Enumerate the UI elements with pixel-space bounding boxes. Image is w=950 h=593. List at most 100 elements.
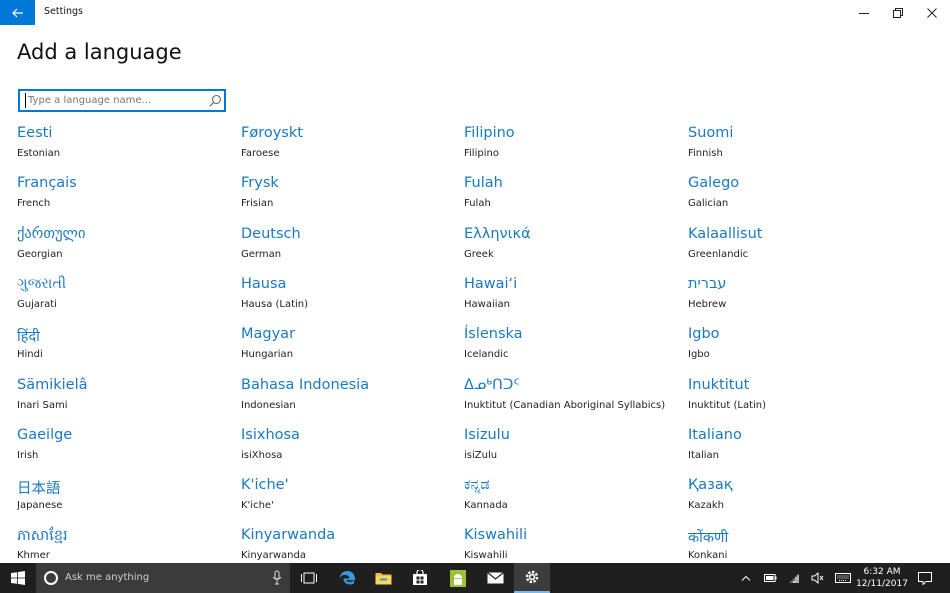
language-native-name: Galego	[688, 175, 740, 191]
language-native-name: Deutsch	[241, 226, 301, 242]
language-option[interactable]: K'iche' K'iche'	[241, 477, 456, 521]
language-option[interactable]: Isizulu isiZulu	[464, 427, 679, 471]
language-option[interactable]: Ελληνικά Greek	[464, 226, 679, 270]
store-button[interactable]	[402, 563, 438, 593]
restore-button[interactable]	[881, 0, 915, 25]
language-native-name: Eesti	[17, 125, 53, 141]
language-native-name: Gaeilge	[17, 427, 73, 443]
language-option[interactable]: हिंदी Hindi	[17, 326, 232, 370]
language-native-name: Suomi	[688, 125, 734, 141]
android-app-button[interactable]	[440, 563, 476, 593]
mail-icon	[486, 572, 504, 584]
language-english-name: Irish	[17, 450, 39, 461]
language-option[interactable]: Suomi Finnish	[688, 125, 903, 169]
language-english-name: Kazakh	[688, 500, 725, 511]
settings-taskbar-button[interactable]	[514, 563, 550, 593]
language-search-input[interactable]	[25, 93, 205, 108]
language-native-name: Magyar	[241, 326, 296, 342]
language-english-name: K'iche'	[241, 500, 274, 511]
network-status[interactable]	[785, 563, 803, 593]
language-english-name: Galician	[688, 198, 729, 209]
language-option[interactable]: Kiswahili Kiswahili	[464, 527, 679, 563]
language-english-name: Hebrew	[688, 299, 727, 310]
language-option[interactable]: 日本語 Japanese	[17, 477, 232, 521]
language-native-name: Sämikielâ	[17, 377, 88, 393]
language-option[interactable]: Magyar Hungarian	[241, 326, 456, 370]
mail-button[interactable]	[477, 563, 513, 593]
battery-status[interactable]	[761, 563, 779, 593]
file-explorer-button[interactable]	[365, 563, 401, 593]
language-option[interactable]: Kalaallisut Greenlandic	[688, 226, 903, 270]
language-english-name: Hawaiian	[464, 299, 510, 310]
clock[interactable]: 6:32 AM 12/11/2017	[852, 566, 912, 590]
language-option[interactable]: Isixhosa isiXhosa	[241, 427, 456, 471]
language-option[interactable]: Inuktitut Inuktitut (Latin)	[688, 377, 903, 421]
android-icon	[450, 569, 466, 587]
language-option[interactable]: ქართული Georgian	[17, 226, 232, 270]
language-option[interactable]: Italiano Italian	[688, 427, 903, 471]
language-option[interactable]: Íslenska Icelandic	[464, 326, 679, 370]
language-english-name: Khmer	[17, 550, 50, 561]
language-option[interactable]: Gaeilge Irish	[17, 427, 232, 471]
search-icon[interactable]	[209, 94, 222, 107]
notifications-icon	[918, 571, 932, 585]
clock-time: 6:32 AM	[863, 567, 901, 577]
language-option[interactable]: ગુજરાતી Gujarati	[17, 276, 232, 320]
language-option[interactable]: Filipino Filipino	[464, 125, 679, 169]
volume-control[interactable]	[808, 563, 826, 593]
battery-icon	[763, 574, 776, 582]
language-option[interactable]: Hawaiʻi Hawaiian	[464, 276, 679, 320]
language-native-name: 日本語	[17, 481, 61, 497]
language-option[interactable]: ភាសាខ្មែរ Khmer	[17, 527, 232, 563]
language-english-name: Faroese	[241, 148, 280, 159]
language-option[interactable]: ᐃᓄᒃᑎᑐᑦ Inuktitut (Canadian Aboriginal Syl…	[464, 377, 679, 421]
language-option[interactable]: Deutsch German	[241, 226, 456, 270]
minimize-button[interactable]	[847, 0, 881, 25]
language-option[interactable]: Sämikielâ Inari Sami	[17, 377, 232, 421]
language-search-box[interactable]	[18, 89, 226, 112]
language-native-name: Ελληνικά	[464, 226, 531, 242]
language-english-name: Hungarian	[241, 349, 294, 360]
settings-gear-icon	[525, 570, 539, 584]
language-native-name: ᐃᓄᒃᑎᑐᑦ	[464, 377, 520, 393]
language-option[interactable]: Føroyskt Faroese	[241, 125, 456, 169]
language-option[interactable]: Français French	[17, 175, 232, 219]
start-button[interactable]	[0, 563, 36, 593]
language-option[interactable]: Fulah Fulah	[464, 175, 679, 219]
language-option[interactable]: कोंकणी Konkani	[688, 527, 903, 563]
show-hidden-icons-button[interactable]	[739, 563, 753, 593]
language-english-name: German	[241, 249, 282, 260]
language-native-name: ქართული	[17, 226, 86, 242]
language-option[interactable]: Bahasa Indonesia Indonesian	[241, 377, 456, 421]
cortana-search-box[interactable]: Ask me anything	[36, 563, 290, 593]
task-view-button[interactable]	[291, 563, 327, 593]
close-button[interactable]	[915, 0, 949, 25]
language-option[interactable]: ಕನ್ನಡ Kannada	[464, 477, 679, 521]
language-english-name: Italian	[688, 450, 720, 461]
language-option[interactable]: Қазақ Kazakh	[688, 477, 903, 521]
language-english-name: French	[17, 198, 51, 209]
language-native-name: हिंदी	[17, 329, 40, 345]
language-english-name: isiZulu	[464, 450, 498, 461]
language-option[interactable]: Eesti Estonian	[17, 125, 232, 169]
touch-keyboard-button[interactable]	[833, 563, 853, 593]
edge-button[interactable]	[329, 563, 365, 593]
language-native-name: Қазақ	[688, 477, 733, 493]
cortana-search-placeholder: Ask me anything	[65, 572, 150, 583]
microphone-icon[interactable]	[272, 570, 282, 586]
store-icon	[413, 570, 427, 585]
language-option[interactable]: Kinyarwanda Kinyarwanda	[241, 527, 456, 563]
language-english-name: Filipino	[464, 148, 499, 159]
window-title: Settings	[44, 6, 83, 17]
action-center-button[interactable]	[915, 563, 935, 593]
back-button[interactable]	[0, 0, 35, 25]
language-option[interactable]: Frysk Frisian	[241, 175, 456, 219]
language-option[interactable]: Hausa Hausa (Latin)	[241, 276, 456, 320]
language-native-name: Frysk	[241, 175, 279, 191]
language-option[interactable]: Galego Galician	[688, 175, 903, 219]
language-option[interactable]: Igbo Igbo	[688, 326, 903, 370]
language-native-name: ગુજરાતી	[17, 276, 67, 292]
language-option[interactable]: עברית Hebrew	[688, 276, 903, 320]
task-view-icon	[301, 572, 317, 584]
keyboard-icon	[835, 573, 851, 583]
